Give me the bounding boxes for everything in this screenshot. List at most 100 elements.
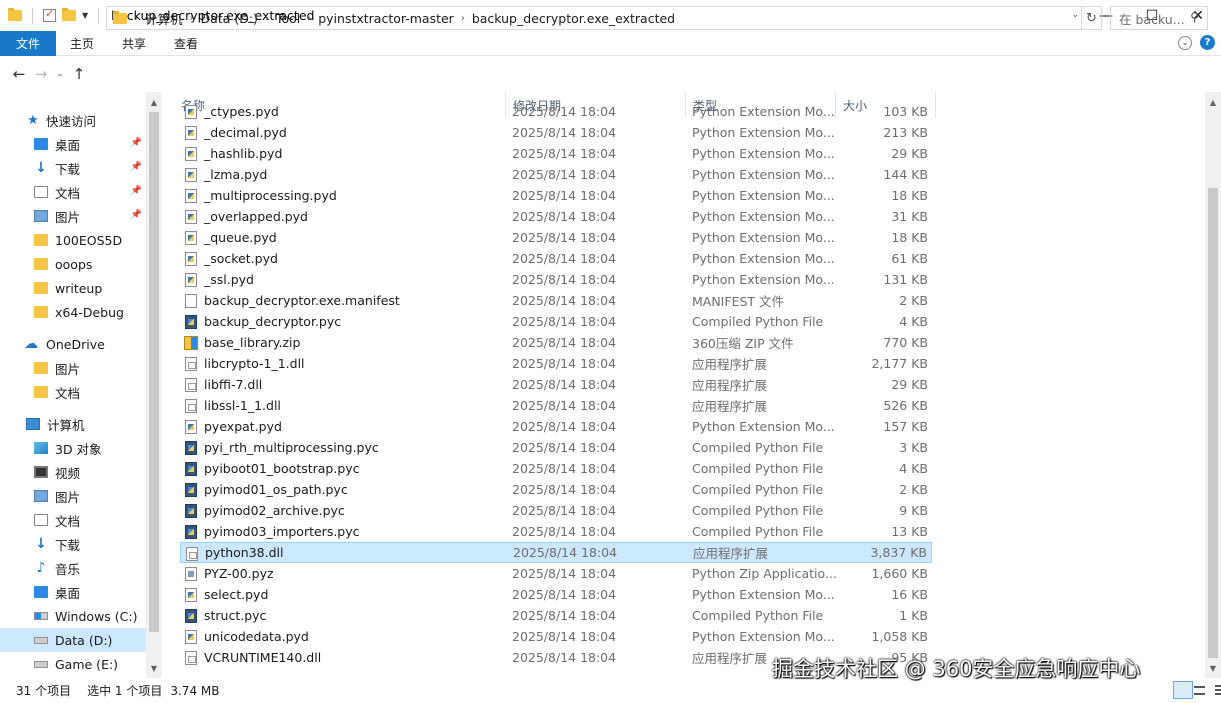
table-row[interactable]: python38.dll 2025/8/14 18:04 应用程序扩展 3,837 K…	[180, 542, 932, 563]
table-row[interactable]: _decimal.pyd 2025/8/14 18:04 Python Extens…	[180, 122, 932, 143]
table-row[interactable]: backup_decryptor.pyc 2025/8/14 18:04 Compi…	[180, 311, 932, 332]
table-row[interactable]: pyexpat.pyd 2025/8/14 18:04 Python Extensi…	[180, 416, 932, 437]
breadcrumb-separator[interactable]: ›	[458, 13, 468, 24]
nav-downloads[interactable]: ↓ 下载 📌	[0, 156, 146, 180]
nav-pc-downloads[interactable]: ↓ 下载	[0, 532, 146, 556]
table-row[interactable]: _overlapped.pyd 2025/8/14 18:04 Python Ext…	[180, 206, 932, 227]
refresh-button[interactable]: ↻	[1082, 6, 1102, 30]
breadcrumb-computer[interactable]: 计算机	[141, 9, 187, 28]
customize-toolbar-chevron-icon[interactable]: ▼	[82, 11, 88, 20]
table-row[interactable]: _ssl.pyd 2025/8/14 18:04 Python Extension …	[180, 269, 932, 290]
new-folder-icon[interactable]	[62, 8, 76, 21]
table-row[interactable]: pyimod02_archive.pyc 2025/8/14 18:04 Compi…	[180, 500, 932, 521]
table-row[interactable]: _queue.pyd 2025/8/14 18:04 Python Extensio…	[180, 227, 932, 248]
breadcrumb-current[interactable]: backup_decryptor.exe_extracted	[468, 11, 679, 26]
table-row[interactable]: pyi_rth_multiprocessing.pyc 2025/8/14 18:…	[180, 437, 932, 458]
nav-videos[interactable]: 视频	[0, 460, 146, 484]
file-date: 2025/8/14 18:04	[512, 398, 617, 413]
breadcrumb-separator[interactable]: ›	[131, 13, 141, 24]
nav-onedrive-documents[interactable]: 文档	[0, 380, 146, 404]
nav-pictures[interactable]: 图片 📌	[0, 204, 146, 228]
file-name: libcrypto-1_1.dll	[204, 356, 305, 371]
nav-pc-pictures[interactable]: 图片	[0, 484, 146, 508]
back-button[interactable]: ←	[8, 65, 30, 83]
table-row[interactable]: _multiprocessing.pyd 2025/8/14 18:04 Pytho…	[180, 185, 932, 206]
breadcrumb-separator[interactable]: ›	[187, 13, 197, 24]
scroll-down-icon[interactable]: ▼	[1205, 660, 1221, 676]
table-row[interactable]: pyiboot01_bootstrap.pyc 2025/8/14 18:04 Co…	[180, 458, 932, 479]
item-count: 31 个项目	[16, 684, 72, 698]
table-row[interactable]: _ctypes.pyd 2025/8/14 18:04 Python Extensi…	[180, 101, 932, 122]
recent-locations-button[interactable]: ⌄	[52, 69, 68, 79]
pyd-file-icon	[185, 630, 197, 644]
nav-drive-e[interactable]: Game (E:)	[0, 652, 146, 676]
table-row[interactable]: PYZ-00.pyz 2025/8/14 18:04 Python Zip Appl…	[180, 563, 932, 584]
dll-file-icon	[186, 547, 198, 561]
file-scroll-thumb[interactable]	[1208, 188, 1218, 658]
table-row[interactable]: libcrypto-1_1.dll 2025/8/14 18:04 应用程序扩展 2,…	[180, 353, 932, 374]
desktop-icon	[34, 138, 48, 150]
tab-file[interactable]: 文件	[0, 30, 57, 56]
help-icon[interactable]: ?	[1200, 35, 1215, 50]
nav-scroll-thumb[interactable]	[149, 112, 159, 632]
nav-onedrive-pictures[interactable]: 图片	[0, 356, 146, 380]
details-view-button[interactable]	[1173, 681, 1205, 699]
nav-scrollbar[interactable]: ▲ ▼	[146, 92, 162, 678]
table-row[interactable]: backup_decryptor.exe.manifest 2025/8/14 1…	[180, 290, 932, 311]
nav-drive-d[interactable]: Data (D:)	[0, 628, 146, 652]
nav-folder-ooops[interactable]: ooops	[0, 252, 146, 276]
desktop-icon	[34, 586, 48, 598]
table-row[interactable]: pyimod01_os_path.pyc 2025/8/14 18:04 Compi…	[180, 479, 932, 500]
nav-drive-c[interactable]: Windows (C:)	[0, 604, 146, 628]
table-row[interactable]: select.pyd 2025/8/14 18:04 Python Extensio…	[180, 584, 932, 605]
breadcrumb-pyinstxtractor[interactable]: pyinstxtractor-master	[314, 11, 458, 26]
file-type: Python Extension Mo...	[692, 629, 835, 644]
nav-3d-objects[interactable]: 3D 对象	[0, 436, 146, 460]
table-row[interactable]: _hashlib.pyd 2025/8/14 18:04 Python Extens…	[180, 143, 932, 164]
tab-share[interactable]: 共享	[108, 31, 160, 56]
table-row[interactable]: libffi-7.dll 2025/8/14 18:04 应用程序扩展 29 KB	[180, 374, 932, 395]
nav-quick-access[interactable]: ★ 快速访问	[0, 108, 146, 132]
search-input[interactable]: 在 backu... ⚲	[1110, 6, 1208, 30]
picture-icon	[34, 490, 48, 502]
nav-folder-100eos5d[interactable]: 100EOS5D	[0, 228, 146, 252]
forward-button[interactable]: →	[30, 65, 52, 83]
address-bar[interactable]: › 计算机 › Data (D:) › Tool › pyinstxtracto…	[106, 6, 1082, 30]
scroll-up-icon[interactable]: ▲	[1205, 94, 1221, 110]
nav-music[interactable]: ♪ 音乐	[0, 556, 146, 580]
up-button[interactable]: ↑	[68, 65, 90, 83]
table-row[interactable]: _socket.pyd 2025/8/14 18:04 Python Extensi…	[180, 248, 932, 269]
nav-folder-writeup[interactable]: writeup	[0, 276, 146, 300]
table-row[interactable]: pyimod03_importers.pyc 2025/8/14 18:04 Com…	[180, 521, 932, 542]
breadcrumb-separator[interactable]: ›	[304, 13, 314, 24]
expand-ribbon-icon[interactable]: ⌄	[1178, 35, 1192, 50]
scroll-down-icon[interactable]: ▼	[146, 660, 162, 676]
nav-documents[interactable]: 文档 📌	[0, 180, 146, 204]
breadcrumb-separator[interactable]: ›	[262, 13, 272, 24]
nav-onedrive[interactable]: ☁ OneDrive	[0, 332, 146, 356]
table-row[interactable]: libssl-1_1.dll 2025/8/14 18:04 应用程序扩展 526 K…	[180, 395, 932, 416]
table-row[interactable]: base_library.zip 2025/8/14 18:04 360压缩 ZIP…	[180, 332, 932, 353]
table-row[interactable]: _lzma.pyd 2025/8/14 18:04 Python Extension…	[180, 164, 932, 185]
nav-folder-x64-debug[interactable]: x64-Debug	[0, 300, 146, 324]
search-placeholder: 在 backu...	[1119, 11, 1185, 27]
large-icons-view-button[interactable]	[1195, 681, 1221, 699]
nav-desktop[interactable]: 桌面 📌	[0, 132, 146, 156]
table-row[interactable]: unicodedata.pyd 2025/8/14 18:04 Python Ext…	[180, 626, 932, 647]
scroll-up-icon[interactable]: ▲	[146, 94, 162, 110]
nav-pc-desktop[interactable]: 桌面	[0, 580, 146, 604]
folder-icon	[34, 306, 48, 318]
nav-label: 视频	[55, 465, 81, 481]
nav-pc-documents[interactable]: 文档	[0, 508, 146, 532]
table-row[interactable]: struct.pyc 2025/8/14 18:04 Compiled Python…	[180, 605, 932, 626]
address-dropdown-icon[interactable]: ⌄	[1071, 10, 1079, 20]
tab-home[interactable]: 主页	[56, 31, 108, 56]
nav-computer[interactable]: 计算机	[0, 412, 146, 436]
properties-icon[interactable]	[43, 7, 56, 22]
file-scrollbar[interactable]: ▲ ▼	[1205, 92, 1221, 678]
tab-view[interactable]: 查看	[160, 31, 212, 56]
breadcrumb-data-d[interactable]: Data (D:)	[197, 11, 262, 26]
file-size: 103 KB	[883, 104, 928, 119]
breadcrumb-tool[interactable]: Tool	[272, 11, 304, 26]
nav-label: 3D 对象	[55, 441, 102, 457]
